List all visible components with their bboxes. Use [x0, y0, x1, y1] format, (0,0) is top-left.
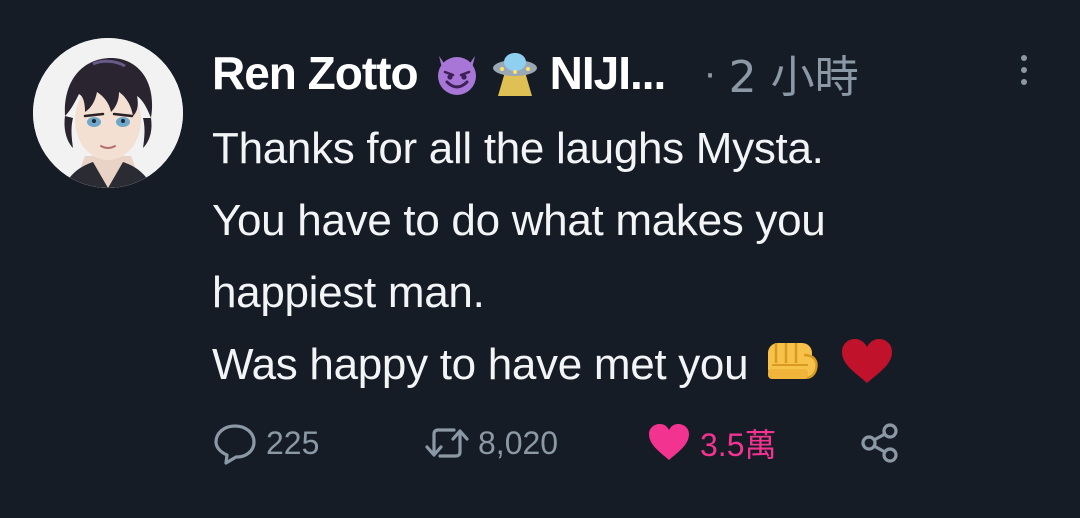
avatar[interactable]: [33, 38, 183, 188]
heart-icon: [838, 337, 896, 387]
tweet-text: Thanks for all the laughs Mysta. You hav…: [212, 113, 1052, 401]
share-icon: [857, 420, 903, 466]
display-name[interactable]: Ren Zotto: [212, 46, 419, 100]
tweet-text-line: Was happy to have met you: [212, 340, 749, 389]
retweet-count: 8,020: [478, 424, 559, 461]
tweet-text-line: Thanks for all the laughs Mysta.: [212, 124, 824, 173]
smiling-devil-icon: [432, 48, 482, 98]
heart-filled-icon: [646, 420, 692, 466]
tweet[interactable]: Ren Zotto NIJI... · 2 小時 Thanks for all …: [0, 0, 1080, 518]
reply-icon: [212, 420, 258, 466]
tweet-text-line: You have to do what makes you: [212, 196, 826, 245]
timestamp[interactable]: 2 小時: [729, 41, 859, 105]
avatar-illustration-icon: [33, 38, 183, 188]
retweet-button[interactable]: 8,020: [424, 418, 558, 468]
time-separator: ·: [703, 50, 717, 95]
more-options-icon[interactable]: [1014, 50, 1034, 90]
tweet-header: Ren Zotto NIJI... · 2 小時: [212, 42, 859, 104]
tweet-actions: 225 8,020 3.5萬: [212, 418, 932, 468]
reply-count: 225: [266, 424, 320, 461]
tweet-text-line: happiest man.: [212, 268, 485, 317]
like-button[interactable]: 3.5萬: [646, 418, 777, 468]
like-count: 3.5萬: [700, 427, 777, 463]
tweet-text-line-with-emojis: Was happy to have met you: [212, 329, 1052, 401]
fist-icon: [764, 337, 822, 387]
display-name-suffix[interactable]: NIJI...: [550, 46, 667, 100]
reply-button[interactable]: 225: [212, 418, 319, 468]
ufo-icon: [490, 48, 540, 98]
share-button[interactable]: [857, 418, 911, 468]
retweet-icon: [424, 420, 470, 466]
